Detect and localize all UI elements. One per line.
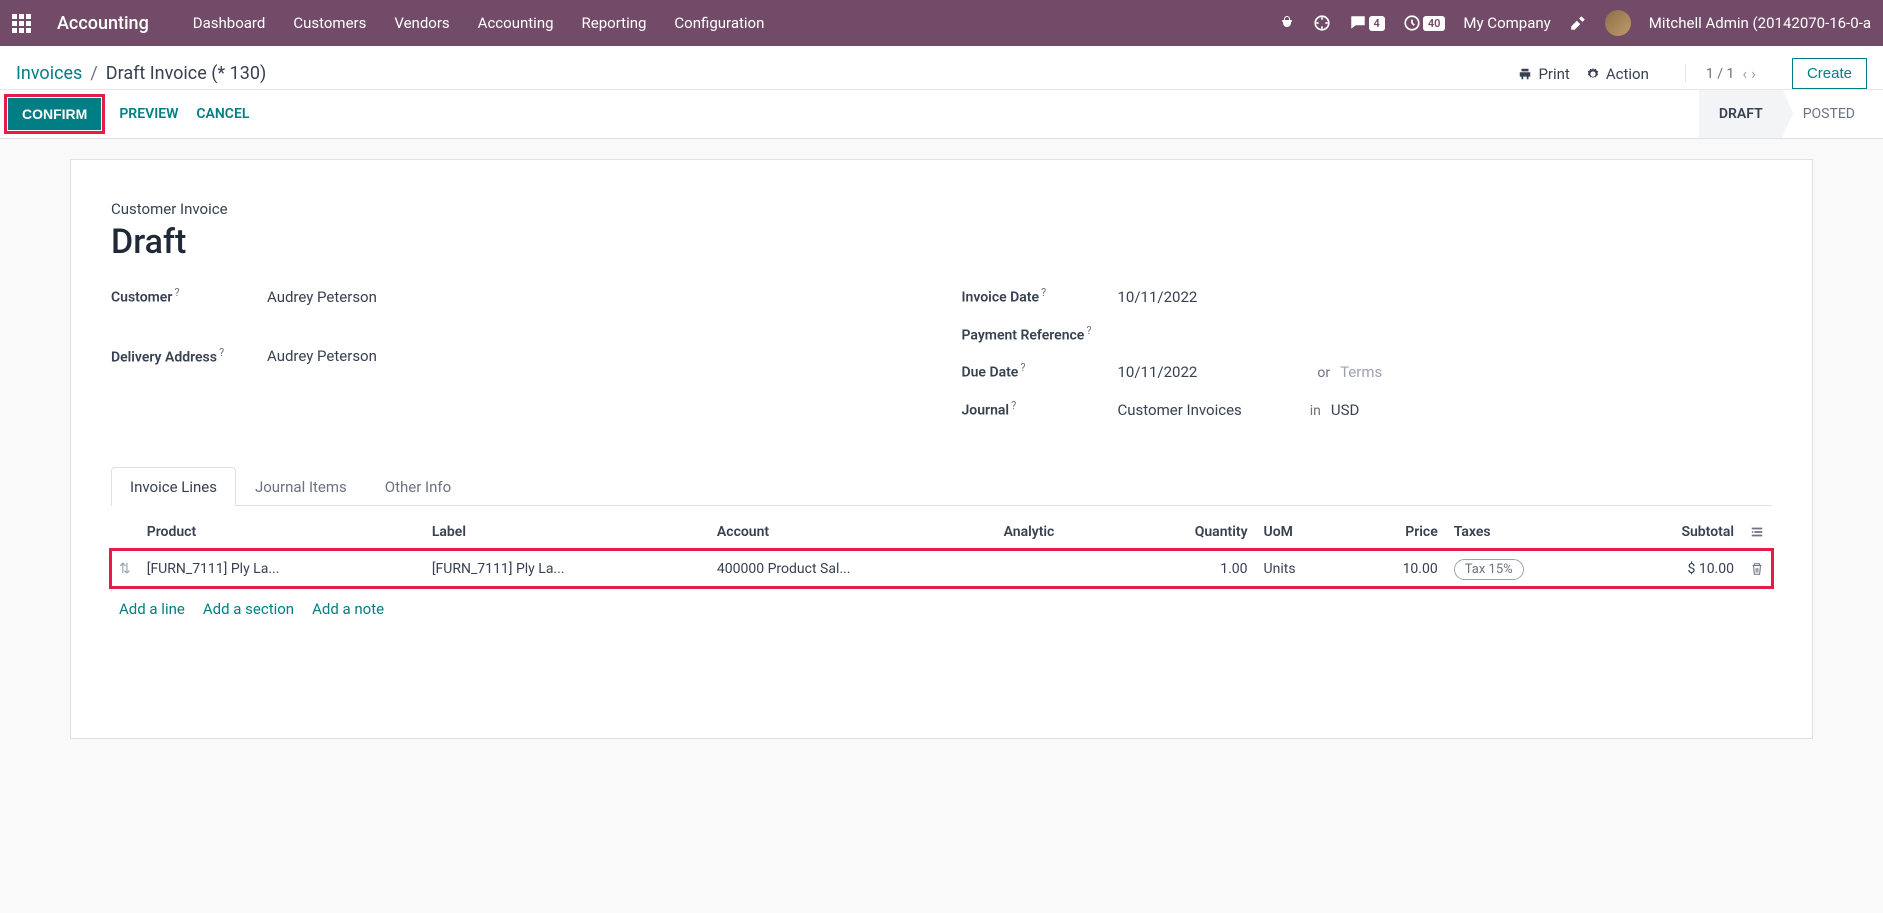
cell-taxes[interactable]: Tax 15% <box>1446 550 1611 587</box>
top-navbar: Accounting Dashboard Customers Vendors A… <box>0 0 1883 46</box>
th-taxes: Taxes <box>1446 514 1611 551</box>
th-price: Price <box>1348 514 1446 551</box>
journal-value[interactable]: Customer Invoices <box>1118 401 1242 419</box>
due-date-value[interactable]: 10/11/2022 <box>1118 363 1198 381</box>
messages-badge: 4 <box>1369 16 1385 31</box>
doc-type-label: Customer Invoice <box>111 200 1772 218</box>
currency-value[interactable]: USD <box>1331 401 1359 419</box>
breadcrumb-root[interactable]: Invoices <box>16 63 82 84</box>
payment-ref-label: Payment Reference? <box>962 324 1118 344</box>
due-date-label: Due Date? <box>962 361 1118 381</box>
cell-analytic[interactable] <box>996 550 1124 587</box>
pager-next-icon[interactable]: › <box>1751 64 1756 83</box>
nav-dashboard[interactable]: Dashboard <box>193 14 266 32</box>
cell-label[interactable]: [FURN_7111] Ply La... <box>424 550 709 587</box>
th-subtotal: Subtotal <box>1610 514 1742 551</box>
pager: 1 / 1 ‹ › <box>1685 64 1756 83</box>
breadcrumb-current: Draft Invoice (* 130) <box>106 63 266 84</box>
add-links: Add a line Add a section Add a note <box>111 588 1772 630</box>
th-account: Account <box>709 514 996 551</box>
app-name[interactable]: Accounting <box>57 13 149 34</box>
pager-prev-icon[interactable]: ‹ <box>1742 64 1747 83</box>
or-text: or <box>1317 365 1330 381</box>
th-quantity: Quantity <box>1124 514 1256 551</box>
nav-accounting[interactable]: Accounting <box>478 14 554 32</box>
nav-menu: Dashboard Customers Vendors Accounting R… <box>193 14 765 32</box>
nav-reporting[interactable]: Reporting <box>582 14 647 32</box>
columns-settings-icon[interactable] <box>1750 524 1764 540</box>
activity-badge: 40 <box>1423 16 1446 31</box>
delivery-label: Delivery Address? <box>111 346 267 366</box>
th-label: Label <box>424 514 709 551</box>
avatar[interactable] <box>1605 10 1631 36</box>
page-title: Draft <box>111 222 1772 262</box>
gear-icon <box>1586 67 1600 81</box>
tabs: Invoice Lines Journal Items Other Info <box>111 467 1772 506</box>
control-bar: Invoices / Draft Invoice (* 130) Print A… <box>0 46 1883 90</box>
cell-uom[interactable]: Units <box>1256 550 1348 587</box>
tab-journal-items[interactable]: Journal Items <box>236 467 366 506</box>
th-analytic: Analytic <box>996 514 1124 551</box>
invoice-lines-table: Product Label Account Analytic Quantity … <box>111 514 1772 588</box>
nav-customers[interactable]: Customers <box>293 14 366 32</box>
journal-label: Journal? <box>962 399 1118 419</box>
confirm-button[interactable]: CONFIRM <box>8 98 101 130</box>
action-button[interactable]: Action <box>1586 65 1649 83</box>
tab-other-info[interactable]: Other Info <box>366 467 470 506</box>
trash-icon[interactable] <box>1750 561 1764 577</box>
print-label: Print <box>1538 65 1569 83</box>
action-bar: CONFIRM PREVIEW CANCEL DRAFT POSTED <box>0 90 1883 139</box>
status-posted[interactable]: POSTED <box>1783 90 1875 138</box>
status-draft[interactable]: DRAFT <box>1699 90 1783 138</box>
delivery-value[interactable]: Audrey Peterson <box>267 347 377 365</box>
create-button[interactable]: Create <box>1792 58 1867 89</box>
action-label: Action <box>1606 65 1649 83</box>
invoice-date-label: Invoice Date? <box>962 286 1118 306</box>
pager-count: 1 / 1 <box>1706 66 1734 82</box>
table-row[interactable]: ⇅ [FURN_7111] Ply La... [FURN_7111] Ply … <box>111 550 1772 587</box>
activity-icon[interactable]: 40 <box>1403 14 1446 32</box>
th-product: Product <box>139 514 424 551</box>
print-icon <box>1518 67 1532 81</box>
tab-invoice-lines[interactable]: Invoice Lines <box>111 467 236 506</box>
add-line-link[interactable]: Add a line <box>119 600 185 618</box>
bug-icon[interactable] <box>1279 15 1295 31</box>
nav-configuration[interactable]: Configuration <box>674 14 764 32</box>
breadcrumb-sep: / <box>90 63 97 84</box>
in-text: in <box>1310 403 1321 419</box>
form-sheet: Customer Invoice Draft Customer? Audrey … <box>70 159 1813 739</box>
tools-icon[interactable] <box>1569 14 1587 32</box>
tax-tag: Tax 15% <box>1454 559 1524 580</box>
cell-subtotal: $ 10.00 <box>1610 550 1742 587</box>
cell-account[interactable]: 400000 Product Sal... <box>709 550 996 587</box>
status-bar: DRAFT POSTED <box>1699 90 1875 138</box>
support-icon[interactable] <box>1313 14 1331 32</box>
add-section-link[interactable]: Add a section <box>203 600 294 618</box>
customer-value[interactable]: Audrey Peterson <box>267 288 377 306</box>
apps-icon[interactable] <box>12 14 31 33</box>
company-name[interactable]: My Company <box>1463 14 1550 32</box>
cell-product[interactable]: [FURN_7111] Ply La... <box>139 550 424 587</box>
cell-price[interactable]: 10.00 <box>1348 550 1446 587</box>
cancel-button[interactable]: CANCEL <box>196 106 249 122</box>
breadcrumb: Invoices / Draft Invoice (* 130) <box>16 63 266 84</box>
cell-quantity[interactable]: 1.00 <box>1124 550 1256 587</box>
preview-button[interactable]: PREVIEW <box>119 106 178 122</box>
messages-icon[interactable]: 4 <box>1349 14 1385 32</box>
nav-vendors[interactable]: Vendors <box>394 14 449 32</box>
user-name[interactable]: Mitchell Admin (20142070-16-0-a <box>1649 14 1871 32</box>
drag-handle-icon[interactable]: ⇅ <box>119 561 131 577</box>
invoice-date-value[interactable]: 10/11/2022 <box>1118 288 1198 306</box>
terms-placeholder[interactable]: Terms <box>1340 363 1382 381</box>
add-note-link[interactable]: Add a note <box>312 600 384 618</box>
customer-label: Customer? <box>111 286 267 306</box>
print-button[interactable]: Print <box>1518 65 1569 83</box>
th-uom: UoM <box>1256 514 1348 551</box>
